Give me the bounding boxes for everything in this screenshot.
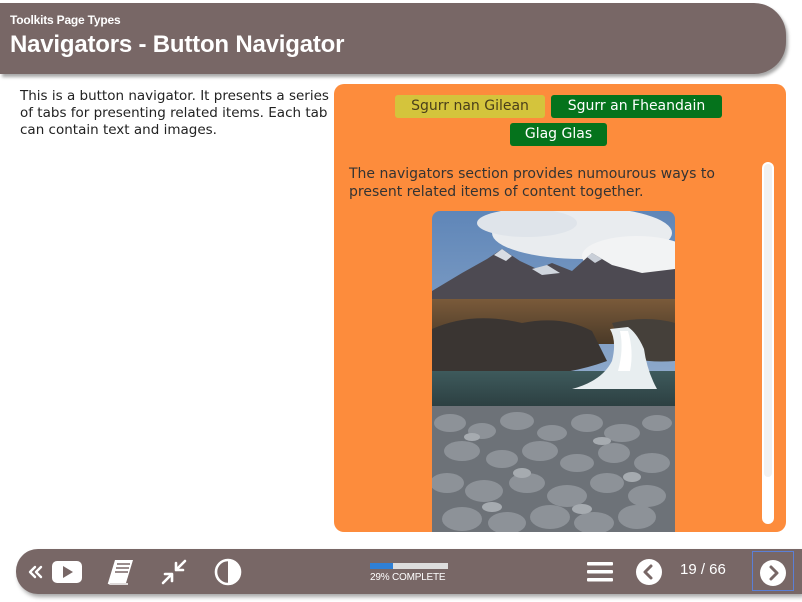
tab-glag-glas[interactable]: Glag Glas bbox=[510, 123, 607, 146]
chevron-left-icon[interactable] bbox=[633, 549, 665, 594]
header-subtitle: Toolkits Page Types bbox=[10, 13, 121, 27]
contrast-icon[interactable] bbox=[212, 549, 244, 594]
navigator-panel: Sgurr nan Gilean Sgurr an Fheandain Glag… bbox=[334, 84, 786, 532]
tab-sgurr-nan-gilean[interactable]: Sgurr nan Gilean bbox=[395, 95, 545, 118]
mountain-waterfall-photo bbox=[432, 211, 675, 532]
scrollbar-thumb[interactable] bbox=[764, 164, 772, 477]
progress-label: 29% COMPLETE bbox=[370, 572, 446, 583]
double-chevron-left-icon[interactable] bbox=[22, 549, 48, 594]
page-title: Navigators - Button Navigator bbox=[10, 31, 345, 58]
compress-icon[interactable] bbox=[158, 549, 190, 594]
content-scrollbar[interactable] bbox=[762, 162, 774, 524]
page-counter: 19 / 66 bbox=[680, 561, 726, 578]
book-icon[interactable] bbox=[104, 549, 136, 594]
progress-bar-fill bbox=[370, 563, 393, 569]
progress-bar bbox=[370, 563, 448, 569]
menu-icon[interactable] bbox=[584, 549, 616, 594]
intro-text: This is a button navigator. It presents … bbox=[20, 88, 329, 138]
header-bar: Toolkits Page Types Navigators - Button … bbox=[0, 3, 786, 74]
navigator-content-text: The navigators section provides numourou… bbox=[349, 166, 715, 200]
next-button[interactable] bbox=[752, 551, 794, 591]
footer-bar: 29% COMPLETE 19 / 66 bbox=[16, 549, 802, 594]
chevron-right-icon[interactable] bbox=[753, 550, 793, 595]
page-root: Toolkits Page Types Navigators - Button … bbox=[0, 0, 802, 602]
tab-sgurr-an-fheandain[interactable]: Sgurr an Fheandain bbox=[551, 95, 722, 118]
play-video-icon[interactable] bbox=[50, 549, 84, 594]
